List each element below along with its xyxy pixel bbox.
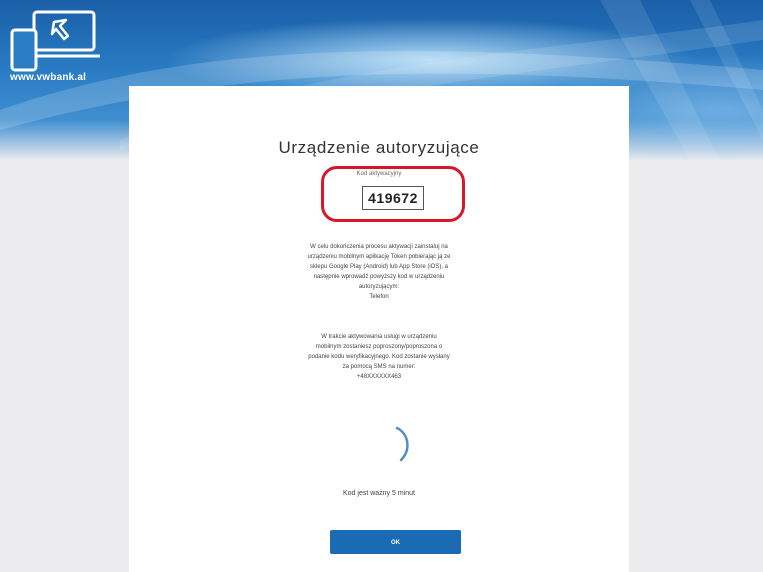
- instructions-line: sklepu Google Play (Android) lub App Sto…: [309, 264, 449, 270]
- verification-paragraph: W trakcie aktywowania usługi w urządzeni…: [289, 332, 469, 382]
- verification-line: mobilnym zostaniesz poproszony/poproszon…: [315, 344, 443, 350]
- authorization-card: Urządzenie autoryzujące Kod aktywacyjny …: [129, 86, 629, 572]
- instructions-line: następnie wprowadź powyższy kod w urządz…: [313, 274, 445, 280]
- verification-line: podanie kodu weryfikacyjnego. Kod zostan…: [308, 354, 450, 360]
- ok-button[interactable]: OK: [330, 530, 461, 554]
- instructions-line: urządzeniu mobilnym aplikację Token pobi…: [307, 254, 451, 260]
- verification-line: W trakcie aktywowania usługi w urządzeni…: [321, 334, 437, 340]
- instructions-line: W celu dokończenia procesu aktywacji zai…: [310, 244, 448, 250]
- verification-line: za pomocą SMS na numer:: [342, 364, 416, 370]
- phone-number-text: +48XXXXXX463: [356, 374, 402, 380]
- activation-code-label: Kod aktywacyjny: [356, 171, 402, 177]
- activation-code-value: 419672: [362, 186, 424, 210]
- device-type-text: Telefon: [369, 294, 389, 300]
- bank-url-text: www.vwbank.al: [10, 72, 87, 83]
- instructions-paragraph: W celu dokończenia procesu aktywacji zai…: [289, 242, 469, 302]
- code-validity-text: Kod jest ważny 5 minut: [343, 490, 415, 497]
- instructions-line: autoryzującym:: [358, 284, 400, 290]
- page-title: Urządzenie autoryzujące: [278, 138, 480, 157]
- loading-spinner-icon: [395, 426, 409, 462]
